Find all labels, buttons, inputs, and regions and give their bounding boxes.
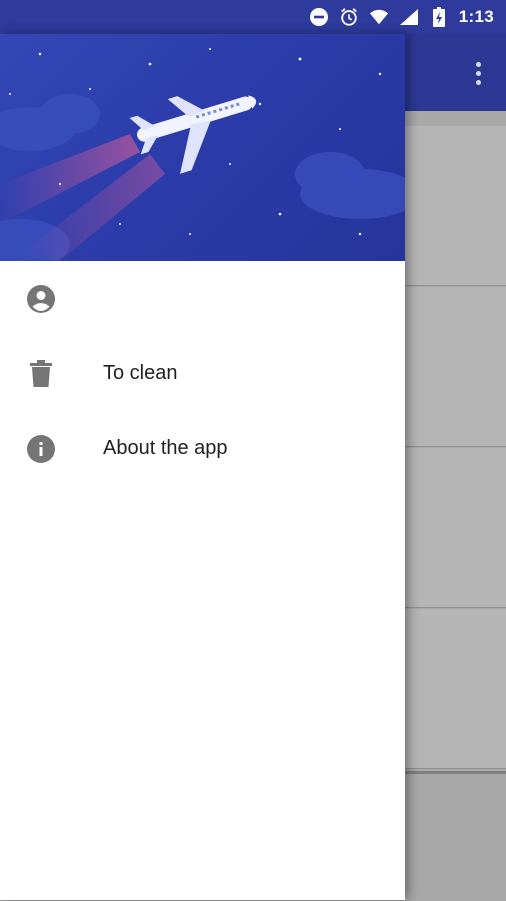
list-item[interactable] <box>405 126 506 286</box>
menu-item-label: To clean <box>103 362 178 384</box>
navigation-drawer: To clean About the app <box>0 34 405 900</box>
menu-item-label: About the app <box>103 437 228 459</box>
info-icon <box>26 434 56 464</box>
trash-icon <box>26 359 56 389</box>
menu-item-account[interactable] <box>0 261 405 336</box>
drawer-menu: To clean About the app <box>0 261 405 486</box>
status-bar: 1:13 <box>0 0 506 34</box>
cellular-signal-icon <box>399 7 419 27</box>
do-not-disturb-icon <box>309 7 329 27</box>
more-vert-icon[interactable] <box>468 56 488 90</box>
battery-charging-icon <box>429 7 449 27</box>
wifi-icon <box>369 7 389 27</box>
menu-item-about[interactable]: About the app <box>0 411 405 486</box>
list-item[interactable] <box>405 448 506 608</box>
list-item[interactable] <box>405 287 506 447</box>
list-item[interactable] <box>405 609 506 769</box>
list-item[interactable] <box>405 771 506 901</box>
clock-time: 1:13 <box>458 7 494 26</box>
background-list <box>405 111 506 901</box>
account-circle-icon <box>26 284 56 314</box>
alarm-icon <box>339 7 359 27</box>
menu-item-to-clean[interactable]: To clean <box>0 336 405 411</box>
drawer-header-image <box>0 34 405 261</box>
app-bar <box>405 34 506 111</box>
